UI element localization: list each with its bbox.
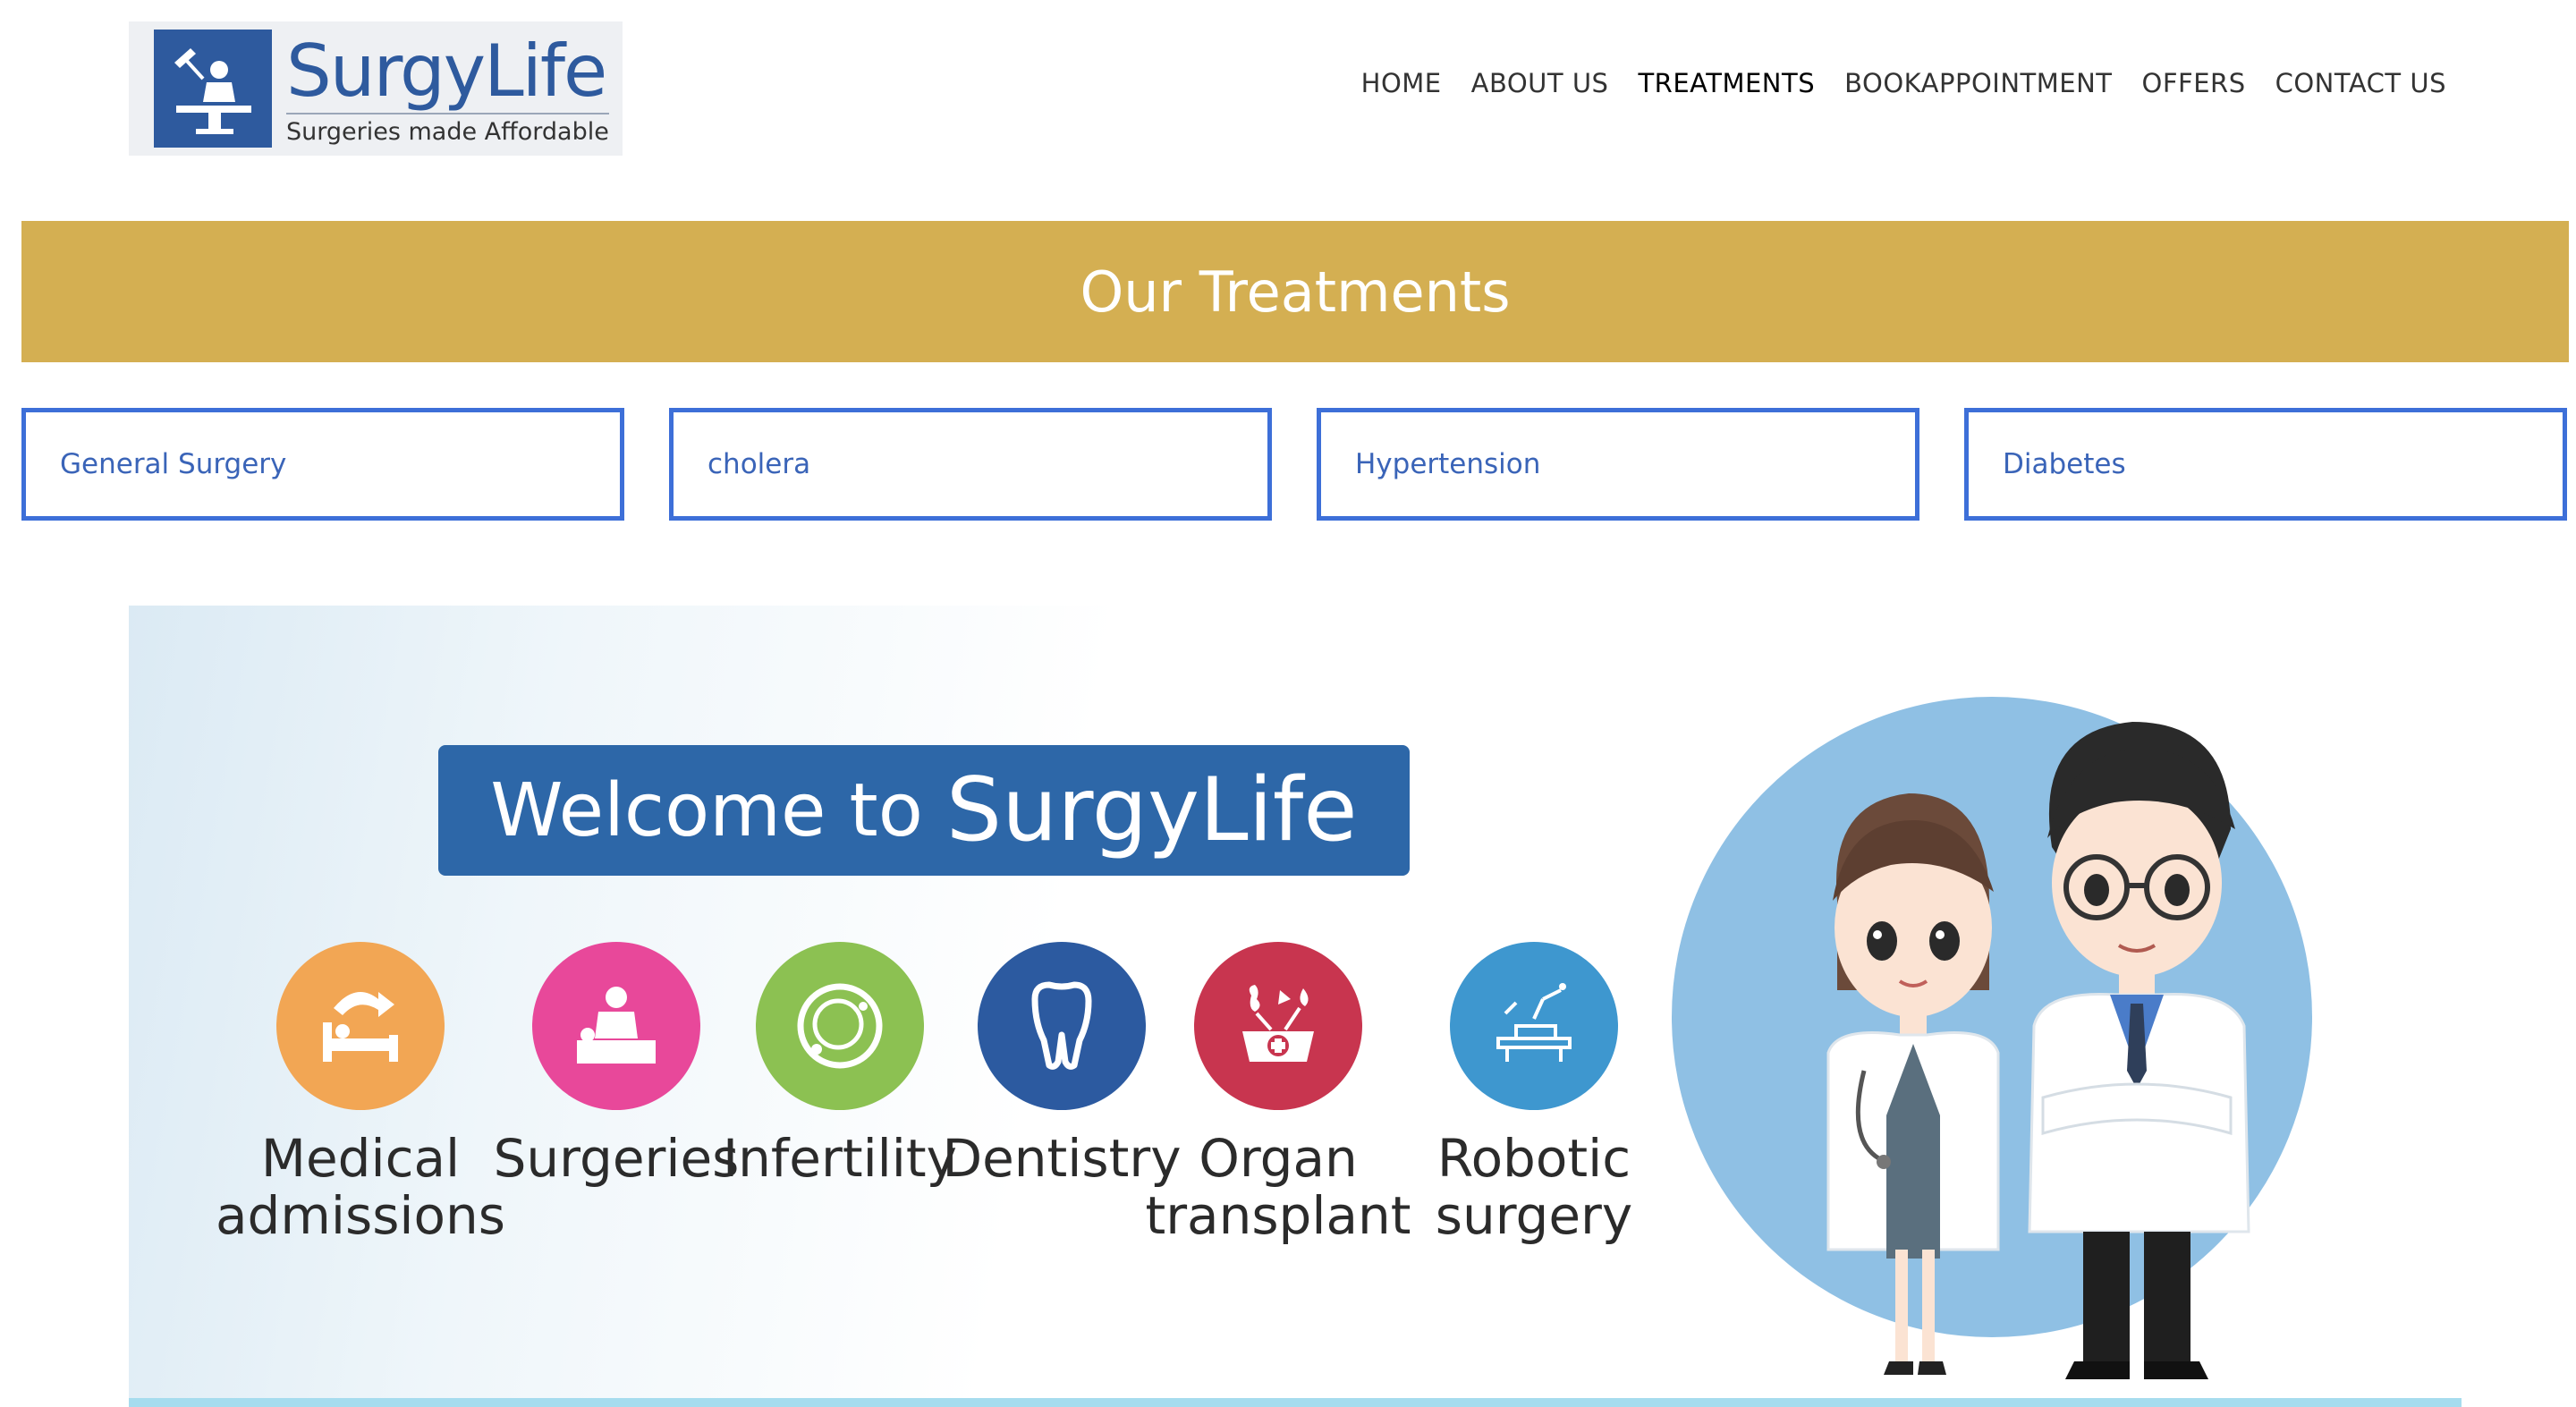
brand-name: SurgyLife: [286, 29, 607, 113]
welcome-banner: Welcome to SurgyLife: [438, 745, 1410, 876]
service-label-line1: Robotic: [1436, 1128, 1631, 1189]
main-nav: HOME ABOUT US TREATMENTS BOOKAPPOINTMENT…: [1361, 68, 2446, 98]
treatment-hypertension[interactable]: Hypertension: [1317, 408, 1919, 521]
hero-bottom-strip: [129, 1398, 2462, 1407]
tooth-icon: [978, 942, 1146, 1110]
service-label-line2: transplant: [1145, 1185, 1411, 1246]
nav-treatments[interactable]: TREATMENTS: [1638, 68, 1815, 98]
service-label-line1: Medical: [260, 1128, 461, 1189]
bed-icon: [276, 942, 445, 1110]
service-label-line1: Organ: [1199, 1128, 1358, 1189]
service-infertility: Infertility: [710, 942, 970, 1187]
welcome-brand: SurgyLife: [945, 759, 1358, 861]
male-doctor-figure: [2028, 722, 2250, 1379]
service-robotic-surgery: Robotic surgery: [1404, 942, 1664, 1244]
treatment-label: Diabetes: [2003, 448, 2126, 480]
service-label-line1: Infertility: [723, 1128, 957, 1189]
brand-tagline: Surgeries made Affordable: [286, 112, 609, 146]
welcome-prefix: Welcome to: [490, 767, 923, 853]
female-doctor-figure: [1826, 793, 2000, 1375]
treatment-label: cholera: [708, 448, 811, 480]
treatments-banner: Our Treatments: [21, 221, 2569, 362]
doctors-illustration: [1826, 722, 2250, 1379]
treatment-diabetes[interactable]: Diabetes: [1964, 408, 2567, 521]
nav-contact-us[interactable]: CONTACT US: [2275, 68, 2446, 98]
service-medical-admissions: Medical admissions: [216, 942, 505, 1244]
cell-icon: [756, 942, 924, 1110]
surgery-table-icon: [154, 30, 272, 148]
page-title: Our Treatments: [1080, 259, 1511, 325]
nav-offers[interactable]: OFFERS: [2142, 68, 2246, 98]
treatment-label: Hypertension: [1355, 448, 1541, 480]
welcome-hero-image: Welcome to SurgyLife Medical admissions: [129, 606, 2462, 1407]
robot-arm-icon: [1450, 942, 1618, 1110]
service-label-line2: admissions: [216, 1185, 505, 1246]
service-organ-transplant: Organ transplant: [1145, 942, 1411, 1246]
surgeon-icon: [532, 942, 700, 1110]
nav-home[interactable]: HOME: [1361, 68, 1442, 98]
site-logo[interactable]: SurgyLife Surgeries made Affordable: [129, 21, 623, 156]
organ-box-icon: [1194, 942, 1362, 1110]
nav-about-us[interactable]: ABOUT US: [1471, 68, 1609, 98]
service-label-line2: surgery: [1435, 1185, 1633, 1246]
treatment-cholera[interactable]: cholera: [669, 408, 1272, 521]
treatment-general-surgery[interactable]: General Surgery: [21, 408, 624, 521]
service-label-line1: Surgeries: [493, 1128, 740, 1189]
treatment-label: General Surgery: [60, 448, 287, 480]
nav-book-appointment[interactable]: BOOKAPPOINTMENT: [1844, 68, 2112, 98]
service-surgeries: Surgeries: [487, 942, 746, 1187]
